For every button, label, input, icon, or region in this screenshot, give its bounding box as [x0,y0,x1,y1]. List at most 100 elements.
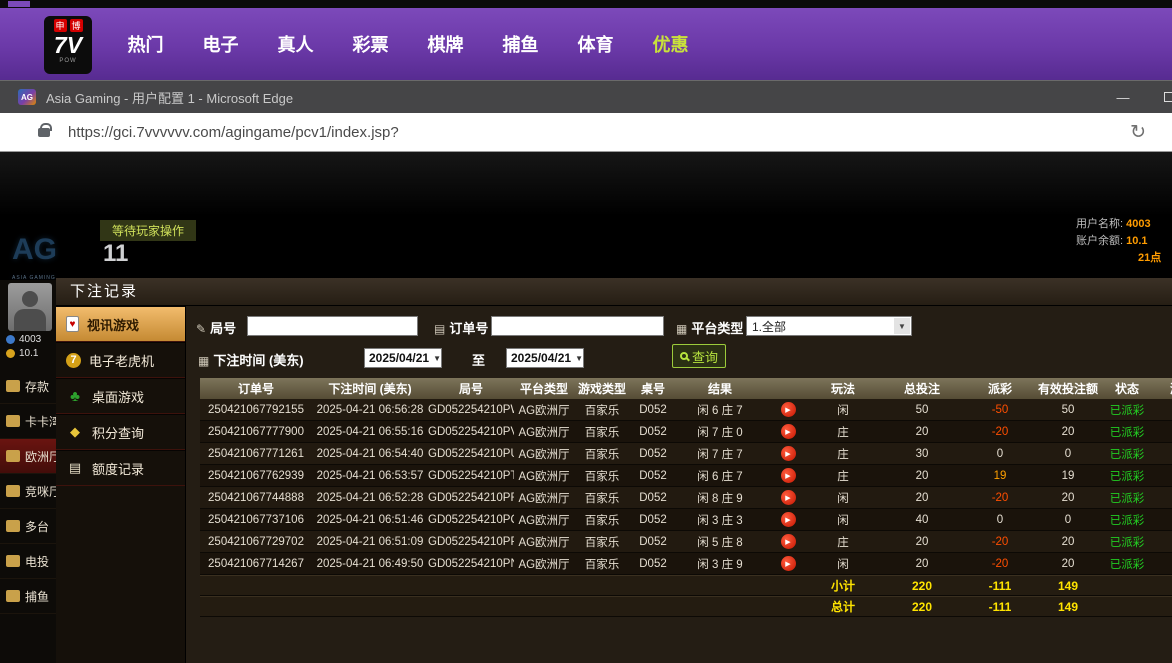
nav-item-4[interactable]: 彩票 [333,31,408,57]
nav-item-3[interactable]: 真人 [258,31,333,57]
lobby-menu-item[interactable]: 欧洲厅 [0,439,56,474]
date-from-picker[interactable]: 2025/04/21▼ [364,348,442,368]
cell-status: 已派彩 [1106,490,1148,506]
replay-icon[interactable]: ▶ [781,424,796,439]
lobby-item-icon [6,415,20,427]
table-row: 2504210677629392025-04-21 06:53:57GD0522… [200,465,1172,487]
lobby-menu-item[interactable]: 存款 [0,369,56,404]
replay-icon[interactable]: ▶ [781,446,796,461]
maximize-button[interactable] [1146,81,1172,113]
round-no-label: ✎局号 [196,318,236,337]
cell-total_bet: 20 [874,558,970,570]
nav-item-2[interactable]: 电子 [183,31,258,57]
cell-game_type: 百家乐 [574,556,630,572]
lobby-item-icon [6,485,20,497]
cell-result: 闲 7 庄 0 [676,424,764,440]
lobby-menu-item[interactable]: 竞咪厅 [0,474,56,509]
top-strip [0,0,1172,8]
cell-status: 已派彩 [1106,468,1148,484]
search-icon [680,352,688,360]
replay-icon[interactable]: ▶ [781,512,796,527]
total-valid-bet: 149 [1030,600,1106,614]
minimize-button[interactable]: — [1100,81,1146,113]
replay-icon[interactable]: ▶ [781,402,796,417]
sidebar-tab-电子老虎机[interactable]: 7电子老虎机 [56,342,185,378]
nav-item-5[interactable]: 棋牌 [408,31,483,57]
round-no-input[interactable] [247,316,418,336]
nav-item-7[interactable]: 体育 [558,31,633,57]
order-no-input[interactable] [491,316,664,336]
window-title: Asia Gaming - 用户配置 1 - Microsoft Edge [46,88,293,107]
window-controls: — [1100,81,1172,113]
replay-cell: ▶ [764,402,812,417]
lobby-menu-item[interactable]: 捕鱼 [0,579,56,614]
search-button[interactable]: 查询 [672,344,726,368]
cell-game_type: 百家乐 [574,446,630,462]
cell-round: GD052254210PP [428,536,514,548]
cell-platform: AG欧洲厅 [514,512,574,528]
sidebar-tab-视讯游戏[interactable]: ♥视讯游戏 [56,306,185,342]
calendar-icon: ▦ [198,354,209,368]
cell-status: 已派彩 [1106,556,1148,572]
lobby-menu-item[interactable]: 卡卡湾 [0,404,56,439]
cell-table_no: D052 [630,536,676,548]
site-logo[interactable]: 申 博 7V POW [44,16,92,74]
cell-total_bet: 40 [874,514,970,526]
total-payout: -111 [970,600,1030,614]
replay-cell: ▶ [764,556,812,571]
cell-time: 2025-04-21 06:55:16 [312,426,428,438]
limit-value: 21点 [1138,252,1161,264]
browser-favicon-icon: AG [18,89,36,105]
cell-round: GD052254210PV [428,426,514,438]
cell-play: 庄 [812,534,874,550]
cell-game_type: 百家乐 [574,534,630,550]
total-total-bet: 220 [874,600,970,614]
url-text[interactable]: https://gci.7vvvvvv.com/agingame/pcv1/in… [68,124,399,141]
sidebar-tab-label: 视讯游戏 [87,315,139,334]
replay-icon[interactable]: ▶ [781,468,796,483]
top-navigation: 申 博 7V POW 热门电子真人彩票棋牌捕鱼体育优惠 [0,8,1172,80]
coin-icon [6,349,15,358]
g-slot-icon: 7 [66,353,81,368]
sidebar-tab-桌面游戏[interactable]: ♣桌面游戏 [56,378,185,414]
date-to-picker[interactable]: 2025/04/21▼ [506,348,584,368]
cell-total_bet: 50 [874,404,970,416]
sidebar-tab-积分查询[interactable]: ◆积分查询 [56,414,185,450]
nav-item-1[interactable]: 热门 [108,31,183,57]
cell-result: 闲 7 庄 7 [676,446,764,462]
cell-valid_bet: 20 [1030,426,1106,438]
column-header: 订单号 [200,380,312,397]
replay-icon[interactable]: ▶ [781,556,796,571]
lobby-item-label: 欧洲厅 [25,448,56,465]
lobby-item-label: 电投 [25,553,49,570]
cell-result: 闲 6 庄 7 [676,468,764,484]
refresh-icon[interactable]: ↻ [1130,121,1146,144]
table-row: 2504210677297022025-04-21 06:51:09GD0522… [200,531,1172,553]
replay-icon[interactable]: ▶ [781,534,796,549]
person-icon [6,335,15,344]
nav-item-6[interactable]: 捕鱼 [483,31,558,57]
sidebar-tab-额度记录[interactable]: ▤额度记录 [56,450,185,486]
replay-icon[interactable]: ▶ [781,490,796,505]
bet-table: 订单号下注时间 (美东)局号平台类型游戏类型桌号结果玩法总投注派彩有效投注额状态… [186,378,1172,663]
platform-type-select[interactable]: 1.全部 ▼ [746,316,912,336]
cell-play: 闲 [812,512,874,528]
user-name-value: 4003 [1126,218,1150,230]
lobby-item-label: 卡卡湾 [25,413,56,430]
column-header: 平台类型 [514,380,574,397]
subtotal-total-bet: 220 [874,579,970,593]
order-no-icon: ▤ [434,322,445,336]
browser-titlebar: AG Asia Gaming - 用户配置 1 - Microsoft Edge… [0,80,1172,113]
cell-time: 2025-04-21 06:56:28 [312,404,428,416]
column-header: 总投注 [874,380,970,397]
cell-order: 250421067792155 [200,404,312,416]
lobby-menu-item[interactable]: 电投 [0,544,56,579]
cell-payout: -50 [970,404,1030,416]
avatar [8,283,52,331]
cell-time: 2025-04-21 06:51:09 [312,536,428,548]
lobby-menu-item[interactable]: 多台 [0,509,56,544]
nav-item-8[interactable]: 优惠 [633,31,708,57]
lobby-item-label: 存款 [25,378,49,395]
screen: 申 博 7V POW 热门电子真人彩票棋牌捕鱼体育优惠 AG Asia Gami… [0,0,1172,663]
order-no-label: ▤订单号 [434,318,488,337]
